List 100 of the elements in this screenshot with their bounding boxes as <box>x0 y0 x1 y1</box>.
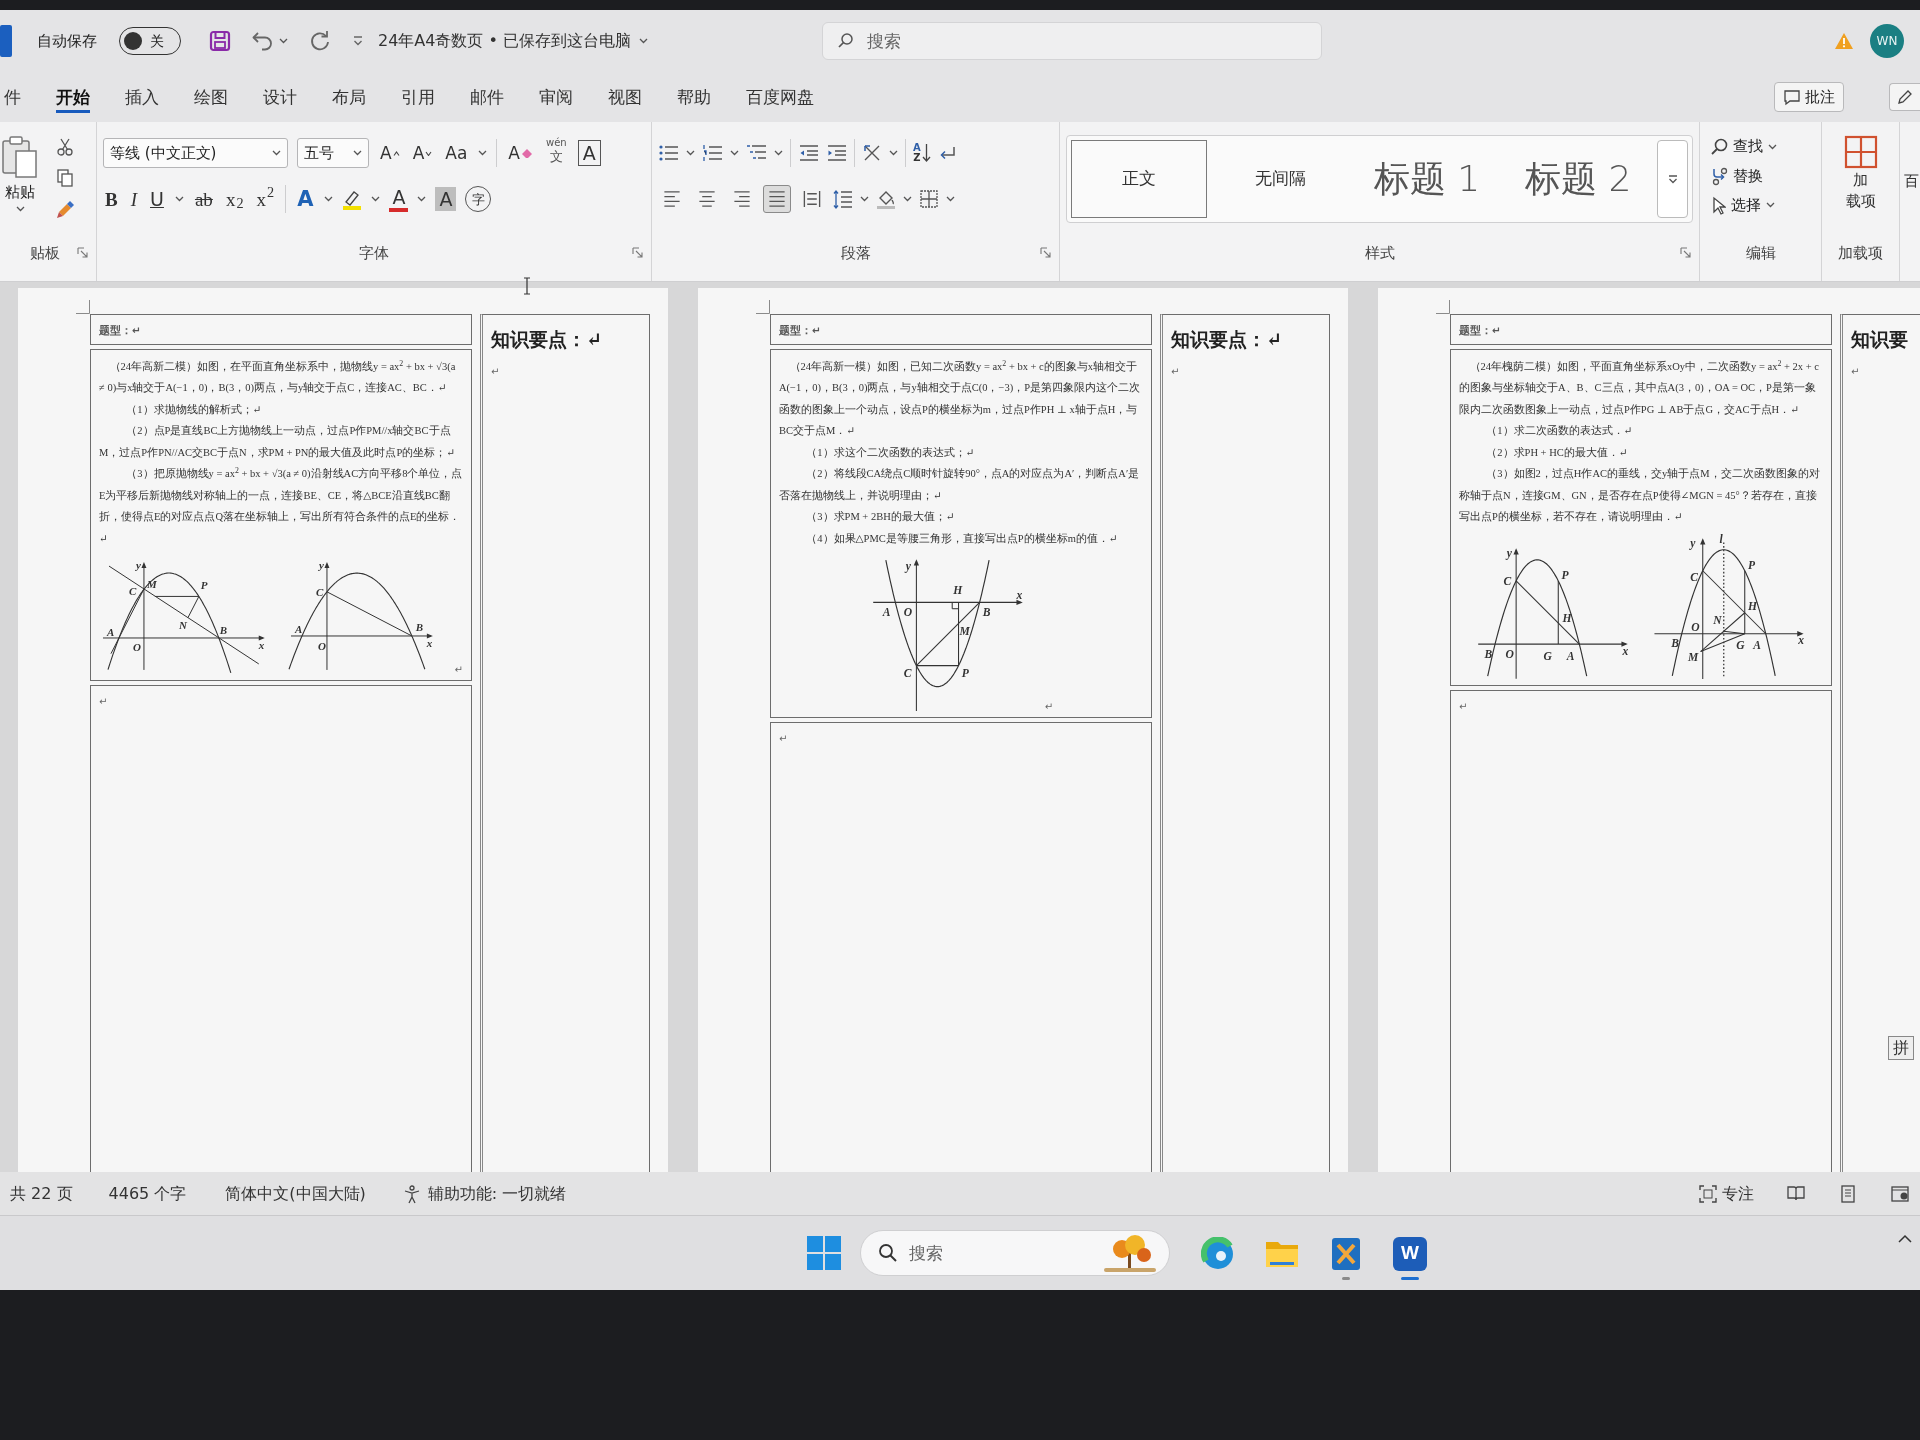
ribbon-tab[interactable]: 插入 <box>125 80 159 114</box>
caret-icon[interactable] <box>15 205 25 212</box>
caret-icon[interactable] <box>730 150 739 156</box>
page-count-text[interactable]: 共 22 页 <box>10 1181 73 1206</box>
select-button[interactable]: 选择 <box>1710 193 1815 217</box>
ribbon-tab[interactable]: 开始 <box>56 80 90 114</box>
text-effect-button[interactable]: A <box>295 184 316 214</box>
phonetic-guide-button[interactable]: wén 文 <box>543 138 569 168</box>
undo-icon[interactable] <box>251 30 275 52</box>
redo-icon[interactable] <box>308 29 332 53</box>
underline-button[interactable]: U <box>148 184 166 214</box>
point-label: H <box>1747 599 1757 612</box>
italic-button[interactable]: I <box>128 184 139 214</box>
borders-grid-icon[interactable] <box>919 189 939 209</box>
ribbon-tab[interactable]: 审阅 <box>539 80 573 114</box>
caret-icon[interactable] <box>774 150 783 156</box>
paste-button[interactable]: 粘贴 <box>0 135 40 212</box>
editing-mode-button[interactable] <box>1889 83 1920 111</box>
dialog-launcher-icon[interactable] <box>1680 247 1691 259</box>
crossed-lines-icon[interactable] <box>862 143 882 163</box>
caret-icon[interactable] <box>279 38 288 44</box>
strikethrough-button[interactable]: ab <box>192 184 215 214</box>
caret-icon[interactable] <box>860 196 869 202</box>
increase-indent-icon[interactable] <box>826 143 847 163</box>
accessibility-status[interactable]: 辅助功能: 一切就绪 <box>401 1181 567 1206</box>
web-layout-icon[interactable] <box>1890 1183 1910 1204</box>
comment-button[interactable]: 批注 <box>1774 81 1844 113</box>
justify-button[interactable] <box>763 185 791 213</box>
customize-menu-icon[interactable] <box>352 35 364 47</box>
caret-icon[interactable] <box>903 196 912 202</box>
style-option[interactable]: 正文 <box>1071 140 1207 218</box>
input-mode-button[interactable]: 拼 <box>1888 1036 1914 1060</box>
ribbon-tab[interactable]: 布局 <box>332 80 366 114</box>
line-spacing-icon[interactable] <box>833 188 853 210</box>
sort-button[interactable]: A Z <box>913 143 931 163</box>
document-title[interactable]: 24年A4奇数页 • 已保存到这台电脑 <box>378 29 632 53</box>
character-border-button[interactable]: A <box>577 140 601 166</box>
caret-icon[interactable] <box>889 150 898 156</box>
ribbon-tab[interactable]: 邮件 <box>470 80 504 114</box>
character-shading-button[interactable]: A <box>435 187 457 211</box>
caret-icon[interactable] <box>1766 202 1775 209</box>
font-name-field[interactable]: 等线 (中文正文) <box>103 138 288 168</box>
shrink-font-button[interactable]: A <box>410 138 435 168</box>
caret-icon[interactable] <box>272 150 281 156</box>
ribbon-tab[interactable]: 设计 <box>263 80 297 114</box>
page-layout-icon[interactable] <box>1838 1183 1858 1204</box>
chevron-up-icon[interactable] <box>1898 1233 1912 1243</box>
clear-formatting-button[interactable]: A <box>506 138 535 168</box>
x-tile-icon[interactable] <box>1329 1236 1363 1271</box>
search-field[interactable]: 搜索 <box>822 22 1322 60</box>
copy-icon[interactable] <box>56 168 74 188</box>
dialog-launcher-icon[interactable] <box>1040 247 1051 259</box>
point-label: P <box>1747 558 1755 571</box>
paintbrush-icon[interactable] <box>56 200 75 219</box>
bold-button[interactable]: B <box>103 184 120 214</box>
focus-button[interactable]: 专注 <box>1698 1181 1754 1206</box>
dialog-launcher-icon[interactable] <box>632 247 643 259</box>
ribbon-tab[interactable]: 件 <box>4 80 21 114</box>
caret-icon[interactable] <box>353 150 362 156</box>
ribbon-tab[interactable]: 绘图 <box>194 80 228 114</box>
font-color-button[interactable]: A <box>389 186 409 212</box>
swirl-circle-icon[interactable] <box>1201 1236 1235 1271</box>
style-option[interactable]: 标题 2 <box>1505 140 1651 218</box>
add-ins-button[interactable]: 加 载项 <box>1843 135 1878 211</box>
change-case-button[interactable]: Aa <box>443 138 470 168</box>
ribbon-button[interactable]: 百 <box>1900 122 1919 193</box>
caret-icon[interactable] <box>174 196 184 202</box>
ribbon-tab[interactable]: 视图 <box>608 80 642 114</box>
decrease-indent-icon[interactable] <box>798 143 819 163</box>
caret-icon[interactable] <box>371 196 381 202</box>
caret-icon[interactable] <box>478 150 488 156</box>
caret-icon[interactable] <box>639 38 649 44</box>
style-option[interactable]: 无间隔 <box>1212 140 1349 218</box>
avatar-circle[interactable]: WN <box>1870 24 1904 58</box>
ribbon-tab[interactable]: 百度网盘 <box>746 80 814 114</box>
caret-icon[interactable] <box>417 196 427 202</box>
bulleted-list-icon[interactable] <box>658 143 679 163</box>
text-cursor-icon <box>522 277 532 295</box>
font-size-field[interactable]: 五号 <box>297 138 369 168</box>
caret-icon[interactable] <box>946 196 955 202</box>
scissors-icon[interactable] <box>56 137 74 156</box>
subscript-button[interactable]: x$_{2}$ <box>223 184 246 214</box>
ribbon-tab[interactable]: 帮助 <box>677 80 711 114</box>
replace-button[interactable]: 替换 <box>1710 164 1815 188</box>
windows-logo-icon[interactable] <box>806 1235 842 1271</box>
language-text[interactable]: 简体中文(中国大陆) <box>225 1181 366 1206</box>
caret-icon[interactable] <box>686 150 695 156</box>
caret-icon[interactable] <box>1768 143 1777 150</box>
search-field[interactable]: 搜索 <box>860 1230 1170 1276</box>
ribbon-tab[interactable]: 引用 <box>401 80 435 114</box>
numbered-list-icon[interactable] <box>702 143 723 163</box>
caret-icon[interactable] <box>324 196 334 202</box>
find-button[interactable]: 查找 <box>1710 135 1815 159</box>
word-count-text[interactable]: 4465 个字 <box>108 1181 187 1206</box>
dialog-launcher-icon[interactable] <box>77 247 88 259</box>
superscript-button[interactable]: x$^{2}$ <box>254 184 277 214</box>
save-icon[interactable] <box>209 30 231 52</box>
style-option[interactable]: 标题 1 <box>1354 140 1500 218</box>
grow-font-button[interactable]: A <box>378 138 402 168</box>
document-app-tile[interactable]: W <box>1393 1236 1427 1271</box>
